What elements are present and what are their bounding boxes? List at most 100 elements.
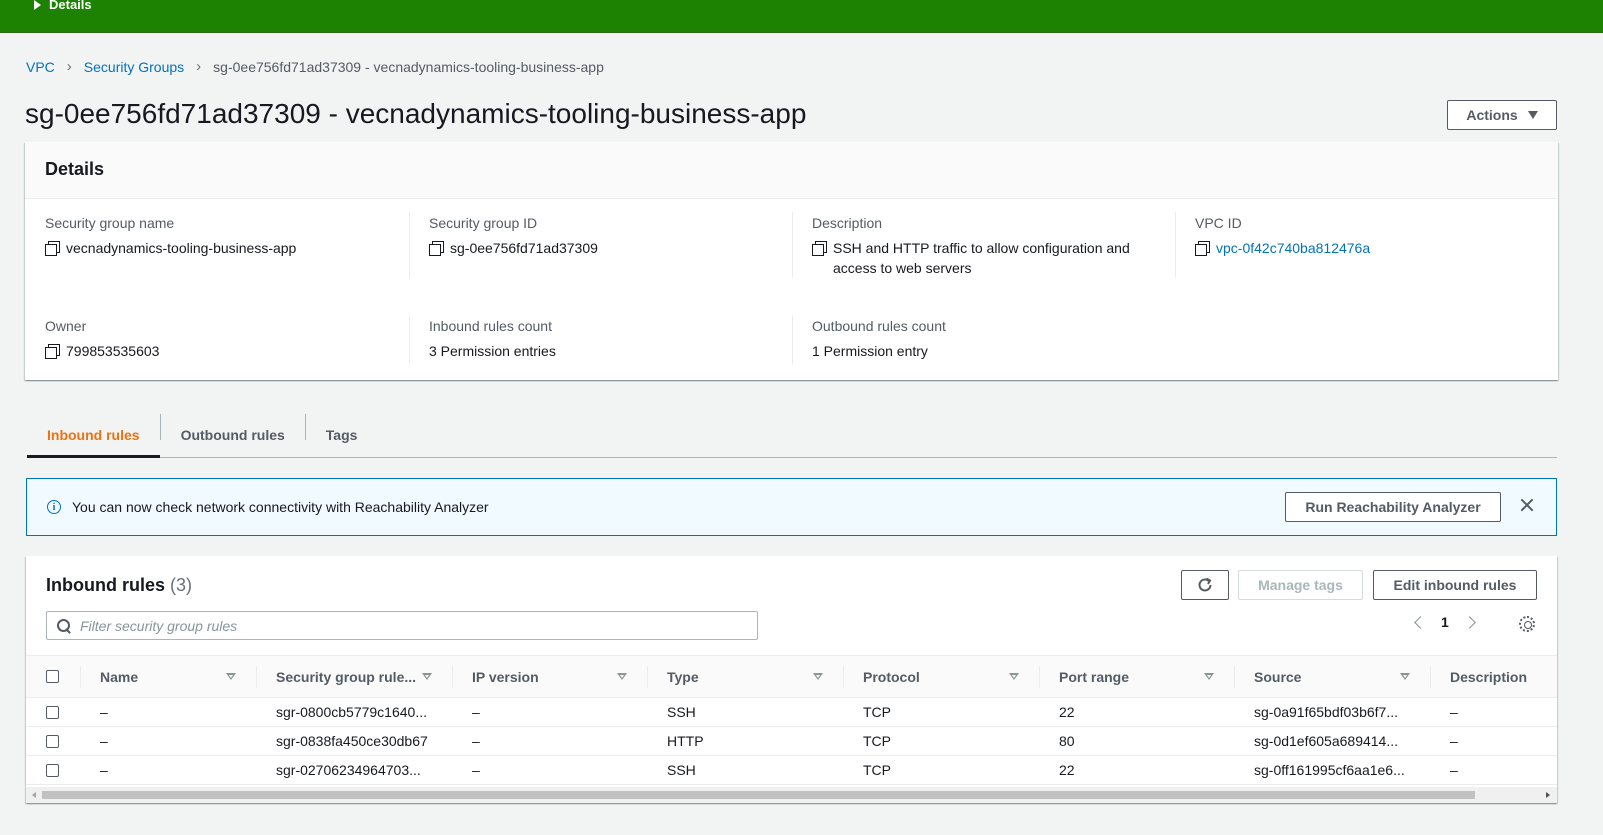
chevron-right-icon: › [66,58,72,75]
info-banner: i You can now check network connectivity… [26,478,1557,536]
row-checkbox[interactable] [46,734,59,748]
breadcrumb-security-groups[interactable]: Security Groups [84,59,184,75]
cell-type: SSH [647,755,843,785]
row-select-cell [26,697,80,727]
copy-icon[interactable] [45,344,60,359]
sort-icon [1400,673,1410,680]
scroll-left-icon[interactable] [32,792,36,798]
copy-icon[interactable] [1195,241,1210,256]
sort-icon [813,673,823,680]
table-row[interactable]: – sgr-0838fa450ce30db67 – HTTP TCP 80 sg… [26,726,1557,756]
col-description-label: Description [1450,668,1528,685]
inbound-rules-heading: Inbound rules (3) [46,575,192,596]
copy-icon[interactable] [45,241,60,256]
details-card: Details Security group name vecnadynamic… [25,142,1558,380]
inbound-count-value: 3 Permission entries [429,343,556,359]
flash-details-toggle[interactable]: Details [34,0,92,12]
outbound-count-value: 1 Permission entry [812,343,928,359]
inbound-count-field: Inbound rules count 3 Permission entries [429,318,556,361]
table-header-row: Name Security group rule... IP version T… [26,655,1557,698]
row-checkbox[interactable] [46,705,59,719]
cell-ip-version: – [452,755,647,785]
vpc-id-field: VPC ID vpc-0f42c740ba812476a [1195,215,1370,258]
sort-icon [617,673,627,680]
cell-port-range: 22 [1039,697,1234,727]
inbound-rules-count: (3) [170,575,193,595]
cell-source: sg-0a91f65bdf03b6f7... [1234,697,1430,727]
tab-outbound-rules[interactable]: Outbound rules [161,412,305,457]
col-port-range[interactable]: Port range [1039,655,1234,698]
owner-field: Owner 799853535603 [45,318,159,361]
col-source[interactable]: Source [1234,655,1430,698]
cell-type: HTTP [647,726,843,756]
flash-bar: Details [0,0,1603,33]
col-name[interactable]: Name [80,655,256,698]
horizontal-scrollbar[interactable] [26,787,1557,803]
caret-down-icon [1527,111,1538,119]
col-source-label: Source [1254,668,1302,685]
current-page[interactable]: 1 [1441,614,1449,630]
cell-protocol: TCP [843,755,1039,785]
description-label: Description [812,215,883,231]
tab-inbound-rules[interactable]: Inbound rules [27,412,160,458]
owner-label: Owner [45,318,87,334]
scroll-right-icon[interactable] [1546,792,1550,798]
filter-input[interactable] [80,617,680,634]
chevron-left-icon[interactable] [1414,615,1427,629]
cell-ip-version: – [452,726,647,756]
tab-tags[interactable]: Tags [306,412,378,457]
banner-text: You can now check network connectivity w… [72,499,489,515]
col-type-label: Type [667,668,699,685]
breadcrumb-vpc[interactable]: VPC [26,59,55,75]
sg-name-field: Security group name vecnadynamics-toolin… [45,215,296,258]
cell-rule-id: sgr-0800cb5779c1640... [256,697,452,727]
cell-rule-id: sgr-02706234964703... [256,755,452,785]
details-heading: Details [25,142,1558,199]
search-icon [57,618,71,633]
refresh-button[interactable] [1181,570,1229,600]
actions-button[interactable]: Actions [1447,100,1557,130]
cell-protocol: TCP [843,726,1039,756]
vpc-id-link[interactable]: vpc-0f42c740ba812476a [1216,238,1370,258]
filter-search-box [46,611,758,640]
inbound-rules-panel: Inbound rules (3) Manage tags Edit inbou… [26,556,1557,803]
chevron-right-icon[interactable] [1462,615,1476,629]
outbound-count-label: Outbound rules count [812,318,946,334]
copy-icon[interactable] [429,241,444,256]
flash-details-label: Details [49,0,92,12]
pagination: 1 [1414,614,1476,630]
sort-icon [226,673,236,680]
divider [792,315,793,365]
description-value: SSH and HTTP traffic to allow configurat… [833,240,1130,276]
cell-source: sg-0d1ef605a689414... [1234,726,1430,756]
page-title: sg-0ee756fd71ad37309 - vecnadynamics-too… [25,98,807,129]
select-all-checkbox[interactable] [46,670,59,683]
table-row[interactable]: – sgr-0800cb5779c1640... – SSH TCP 22 sg… [26,697,1557,727]
col-protocol[interactable]: Protocol [843,655,1039,698]
owner-value: 799853535603 [66,343,160,359]
row-select-cell [26,755,80,785]
close-icon[interactable] [1517,495,1537,515]
cell-name: – [80,755,256,785]
inbound-rules-table: Name Security group rule... IP version T… [26,655,1557,785]
col-description[interactable]: Description [1430,655,1557,698]
cell-type: SSH [647,697,843,727]
cell-port-range: 80 [1039,726,1234,756]
copy-icon[interactable] [812,241,827,256]
cell-name: – [80,726,256,756]
row-checkbox[interactable] [46,763,59,777]
edit-inbound-rules-button[interactable]: Edit inbound rules [1373,570,1537,600]
cell-protocol: TCP [843,697,1039,727]
run-reachability-analyzer-button[interactable]: Run Reachability Analyzer [1285,492,1501,522]
scrollbar-thumb[interactable] [42,791,1475,799]
table-row[interactable]: – sgr-02706234964703... – SSH TCP 22 sg-… [26,755,1557,785]
col-rule-id[interactable]: Security group rule... [256,655,452,698]
manage-tags-button[interactable]: Manage tags [1238,570,1363,600]
actions-label: Actions [1466,107,1518,123]
col-type[interactable]: Type [647,655,843,698]
col-ip-version[interactable]: IP version [452,655,647,698]
inbound-count-label: Inbound rules count [429,318,552,334]
description-field: Description SSH and HTTP traffic to allo… [812,215,1152,278]
sort-icon [422,673,432,680]
gear-icon[interactable] [1519,616,1535,632]
